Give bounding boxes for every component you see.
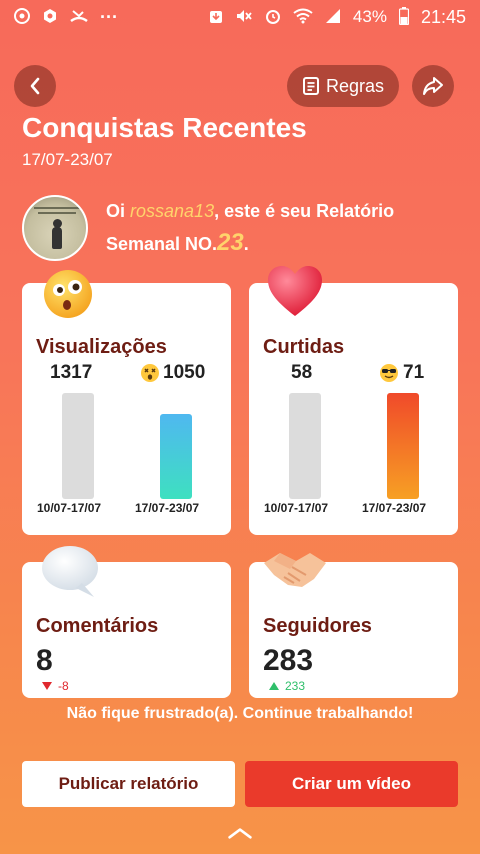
views-prev-value: 1317 <box>50 362 93 383</box>
rules-label: Regras <box>325 75 385 96</box>
sunglasses-face-icon <box>379 363 399 388</box>
missed-call-icon <box>70 8 88 27</box>
views-prev-label: 10/07-17/07 <box>37 501 102 515</box>
report-number: 23 <box>217 229 244 256</box>
mute-icon <box>235 8 253 27</box>
share-icon <box>423 77 443 95</box>
likes-prev-label: 10/07-17/07 <box>264 501 329 515</box>
username: rossana13 <box>130 201 215 221</box>
rules-button[interactable]: Regras <box>287 65 399 107</box>
avatar[interactable] <box>22 195 88 261</box>
comments-value: 8 <box>36 644 53 677</box>
download-icon <box>209 8 223 27</box>
settings-badge-icon <box>42 8 58 27</box>
likes-prev-value: 58 <box>291 362 313 383</box>
more-notifications: ··· <box>100 6 118 27</box>
views-curr-label: 17/07-23/07 <box>135 501 200 515</box>
create-video-button[interactable]: Criar um vídeo <box>245 761 458 807</box>
document-icon <box>302 77 319 95</box>
views-title: Visualizações <box>36 336 167 358</box>
arrow-up-icon <box>269 682 279 690</box>
likes-curr-label: 17/07-23/07 <box>362 501 427 515</box>
signal-icon <box>325 8 341 27</box>
alarm-icon <box>265 8 281 27</box>
views-curr-bar <box>160 414 192 499</box>
publish-report-button[interactable]: Publicar relatório <box>22 761 235 807</box>
followers-delta: 233 <box>269 679 305 693</box>
arrow-down-icon <box>42 682 52 690</box>
expand-button[interactable] <box>227 820 253 846</box>
views-curr-value: 1050 <box>163 362 206 383</box>
followers-delta-value: 233 <box>285 679 306 693</box>
page-title: Conquistas Recentes <box>22 112 307 143</box>
comments-title: Comentários <box>36 615 159 637</box>
comments-delta-value: -8 <box>58 679 69 693</box>
handshake-icon <box>262 545 328 598</box>
speech-bubble-icon <box>38 543 100 604</box>
likes-title: Curtidas <box>263 336 345 358</box>
followers-title: Seguidores <box>263 615 372 637</box>
greeting-text: Oi rossana13, este é seu Relatório Seman… <box>106 201 395 256</box>
motivation-text: Não fique frustrado(a). Continue trabalh… <box>66 705 414 722</box>
followers-value: 283 <box>263 644 314 677</box>
wifi-icon <box>293 8 313 27</box>
dizzy-face-icon <box>140 363 160 388</box>
likes-curr-bar <box>387 393 419 499</box>
likes-curr-value: 71 <box>403 362 425 383</box>
notification-icon <box>14 7 30 27</box>
battery-icon <box>398 6 410 28</box>
chevron-left-icon <box>30 77 40 95</box>
heart-icon <box>266 264 324 325</box>
share-button[interactable] <box>412 65 454 107</box>
chevron-up-icon <box>228 828 252 839</box>
back-button[interactable] <box>14 65 56 107</box>
views-prev-bar <box>62 393 94 499</box>
surprised-face-icon <box>42 268 94 325</box>
status-bar: ··· 43% 21:45 <box>0 0 480 34</box>
likes-prev-bar <box>289 393 321 499</box>
date-range: 17/07-23/07 <box>22 150 113 169</box>
battery-percent: 43% <box>352 7 387 26</box>
clock: 21:45 <box>420 6 466 27</box>
comments-delta: -8 <box>42 679 69 693</box>
